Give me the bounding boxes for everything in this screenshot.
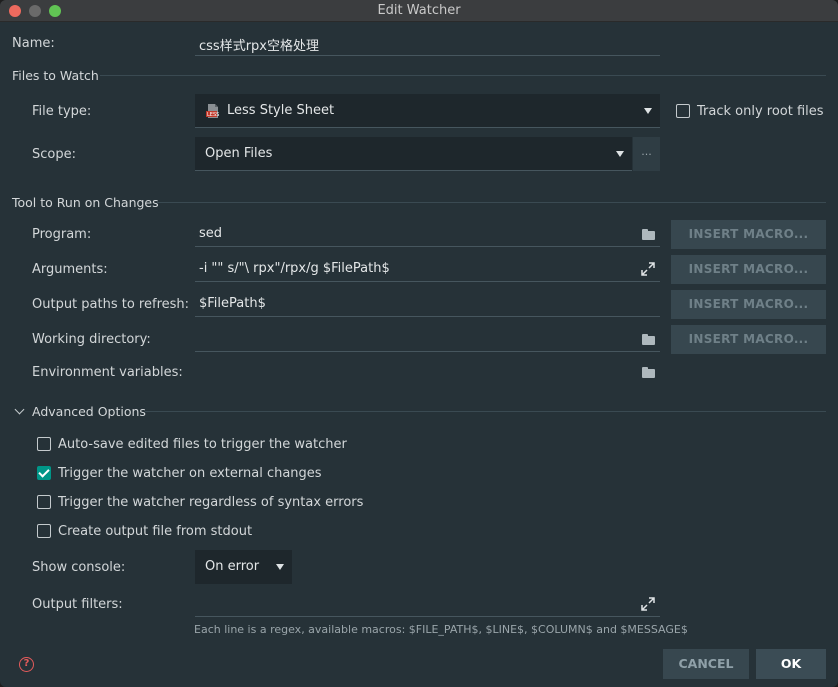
insert-macro-program-button[interactable]: INSERT MACRO... — [671, 220, 826, 249]
output-filters-field[interactable] — [195, 592, 660, 617]
cancel-button[interactable]: CANCEL — [663, 649, 749, 679]
program-value: sed — [199, 226, 223, 241]
env-vars-field[interactable] — [195, 360, 660, 385]
advanced-options-header[interactable]: Advanced Options — [32, 404, 146, 419]
output-paths-field[interactable]: $FilePath$ — [195, 292, 660, 317]
folder-icon[interactable] — [642, 229, 655, 240]
show-console-label: Show console: — [32, 560, 126, 575]
output-filters-hint: Each line is a regex, available macros: … — [194, 623, 688, 636]
name-value: css样式rpx空格处理 — [199, 39, 319, 54]
arguments-field[interactable]: -i "" s/"\ rpx"/rpx/g $FilePath$ — [195, 257, 660, 282]
window-title: Edit Watcher — [377, 3, 461, 18]
arguments-label: Arguments: — [32, 262, 108, 277]
ok-button[interactable]: OK — [756, 649, 826, 679]
file-type-value: Less Style Sheet — [227, 103, 335, 118]
chevron-down-icon — [276, 564, 284, 570]
question-icon[interactable]: ? — [19, 657, 34, 672]
env-vars-label: Environment variables: — [32, 365, 183, 380]
chevron-down-icon[interactable] — [14, 404, 25, 415]
show-console-value: On error — [205, 559, 260, 574]
option-label-syntax-errors: Trigger the watcher regardless of syntax… — [58, 495, 364, 510]
edit-watcher-dialog: Edit Watcher Name: css样式rpx空格处理 Files to… — [0, 0, 838, 687]
files-to-watch-header: Files to Watch — [12, 68, 99, 83]
option-checkbox-external-changes[interactable] — [37, 466, 51, 480]
output-paths-label: Output paths to refresh: — [32, 297, 190, 312]
option-checkbox-autosave[interactable] — [37, 437, 51, 451]
scope-label: Scope: — [32, 147, 76, 162]
title-bar: Edit Watcher — [0, 0, 838, 22]
option-label-external-changes: Trigger the watcher on external changes — [58, 466, 322, 481]
less-file-icon: LESS — [206, 104, 219, 118]
insert-macro-output-button[interactable]: INSERT MACRO... — [671, 290, 826, 319]
program-field[interactable]: sed — [195, 222, 660, 247]
program-label: Program: — [32, 227, 92, 242]
expand-icon[interactable] — [641, 262, 655, 276]
chevron-down-icon — [644, 108, 652, 114]
folder-icon[interactable] — [642, 367, 655, 378]
working-dir-field[interactable] — [195, 327, 660, 352]
tool-section-header: Tool to Run on Changes — [12, 195, 159, 210]
show-console-select[interactable]: On error — [195, 550, 292, 584]
chevron-down-icon — [616, 151, 624, 157]
expand-icon[interactable] — [641, 597, 655, 611]
option-label-stdout: Create output file from stdout — [58, 524, 253, 539]
name-field[interactable]: css样式rpx空格处理 — [195, 31, 660, 56]
files-to-watch-divider — [100, 75, 826, 76]
track-root-checkbox[interactable] — [676, 104, 690, 118]
scope-value: Open Files — [205, 146, 273, 161]
insert-macro-working-dir-button[interactable]: INSERT MACRO... — [671, 325, 826, 354]
arguments-value: -i "" s/"\ rpx"/rpx/g $FilePath$ — [199, 261, 390, 276]
advanced-options-divider — [145, 411, 826, 412]
svg-text:LESS: LESS — [207, 112, 219, 118]
output-paths-value: $FilePath$ — [199, 296, 266, 311]
insert-macro-arguments-button[interactable]: INSERT MACRO... — [671, 255, 826, 284]
scope-select[interactable]: Open Files — [195, 137, 632, 171]
option-checkbox-stdout[interactable] — [37, 524, 51, 538]
name-label: Name: — [12, 36, 55, 51]
scope-more-button[interactable]: ... — [633, 137, 660, 171]
file-type-label: File type: — [32, 104, 92, 119]
file-type-select[interactable]: LESS Less Style Sheet — [195, 94, 660, 128]
option-label-autosave: Auto-save edited files to trigger the wa… — [58, 437, 347, 452]
option-checkbox-syntax-errors[interactable] — [37, 495, 51, 509]
output-filters-label: Output filters: — [32, 597, 123, 612]
tool-section-divider — [157, 202, 826, 203]
working-dir-label: Working directory: — [32, 332, 151, 347]
track-root-label: Track only root files — [697, 104, 824, 119]
folder-icon[interactable] — [642, 334, 655, 345]
